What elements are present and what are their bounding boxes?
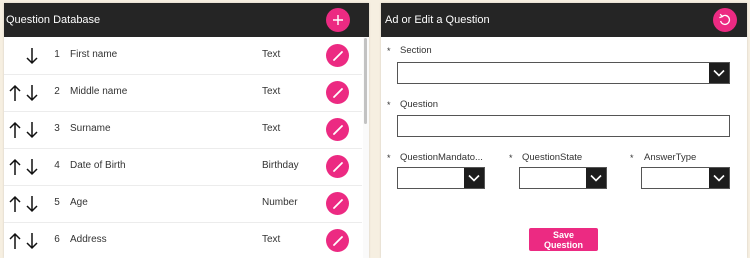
- required-asterisk: *: [387, 46, 391, 56]
- plus-icon: [333, 15, 343, 25]
- question-number: 4: [54, 160, 60, 171]
- arrow-down-icon[interactable]: [26, 121, 38, 139]
- question-type: Text: [262, 234, 281, 245]
- scrollbar[interactable]: [363, 37, 369, 258]
- question-number: 3: [54, 123, 60, 134]
- question-name: Date of Birth: [70, 160, 126, 171]
- state-label: QuestionState: [522, 152, 583, 163]
- arrow-up-icon[interactable]: [9, 158, 21, 176]
- question-row: 6 Address Text: [4, 222, 362, 258]
- question-type: Birthday: [262, 160, 299, 171]
- edit-question-button[interactable]: [326, 192, 349, 215]
- undo-icon: [719, 13, 731, 25]
- edit-question-button[interactable]: [326, 118, 349, 141]
- edit-question-title: Ad or Edit a Question: [385, 14, 490, 26]
- state-select[interactable]: [519, 167, 607, 189]
- chevron-down-icon: [586, 168, 606, 188]
- question-number: 2: [54, 86, 60, 97]
- question-name: Age: [70, 197, 88, 208]
- question-database-header: Question Database: [4, 3, 369, 37]
- pencil-icon: [332, 50, 344, 62]
- question-input[interactable]: [397, 115, 730, 137]
- scrollbar-thumb[interactable]: [364, 38, 367, 124]
- section-select[interactable]: [397, 62, 730, 84]
- arrow-up-icon[interactable]: [9, 84, 21, 102]
- question-name: First name: [70, 49, 118, 60]
- question-type: Text: [262, 86, 281, 97]
- required-asterisk: *: [630, 153, 634, 163]
- mandatory-select[interactable]: [397, 167, 485, 189]
- pencil-icon: [332, 198, 344, 210]
- question-database-title: Question Database: [6, 14, 101, 26]
- question-number: 5: [54, 197, 60, 208]
- question-row: 3 Surname Text: [4, 111, 362, 149]
- arrow-up-icon[interactable]: [9, 232, 21, 250]
- section-label: Section: [400, 45, 432, 56]
- arrow-down-icon[interactable]: [26, 158, 38, 176]
- chevron-down-icon: [709, 63, 729, 83]
- arrow-down-icon[interactable]: [26, 84, 38, 102]
- question-type: Text: [262, 49, 281, 60]
- answertype-select[interactable]: [641, 167, 730, 189]
- pencil-icon: [332, 124, 344, 136]
- answertype-label: AnswerType: [644, 152, 697, 163]
- required-asterisk: *: [509, 153, 513, 163]
- edit-question-button[interactable]: [326, 44, 349, 67]
- arrow-up-icon[interactable]: [9, 195, 21, 213]
- pencil-icon: [332, 161, 344, 173]
- arrow-down-icon[interactable]: [26, 47, 38, 65]
- question-number: 1: [54, 49, 60, 60]
- pencil-icon: [332, 87, 344, 99]
- question-database-panel: Question Database 1 First name Text 2 Middle…: [4, 3, 369, 258]
- question-type: Text: [262, 123, 281, 134]
- question-row: 1 First name Text: [4, 37, 362, 75]
- edit-question-button[interactable]: [326, 155, 349, 178]
- question-name: Surname: [70, 123, 111, 134]
- chevron-down-icon: [709, 168, 729, 188]
- edit-question-button[interactable]: [326, 229, 349, 252]
- edit-question-button[interactable]: [326, 81, 349, 104]
- add-question-button[interactable]: [326, 8, 350, 32]
- question-number: 6: [54, 234, 60, 245]
- question-type: Number: [262, 197, 298, 208]
- save-question-button[interactable]: Save Question: [529, 228, 598, 251]
- question-row: 5 Age Number: [4, 185, 362, 223]
- question-label: Question: [400, 99, 439, 110]
- arrow-up-icon[interactable]: [9, 121, 21, 139]
- question-row: 2 Middle name Text: [4, 74, 362, 112]
- reset-button[interactable]: [713, 8, 737, 32]
- question-row: 4 Date of Birth Birthday: [4, 148, 362, 186]
- pencil-icon: [332, 235, 344, 247]
- chevron-down-icon: [464, 168, 484, 188]
- edit-question-header: Ad or Edit a Question: [381, 3, 747, 37]
- required-asterisk: *: [387, 153, 391, 163]
- question-name: Middle name: [70, 86, 128, 97]
- arrow-down-icon[interactable]: [26, 195, 38, 213]
- required-asterisk: *: [387, 100, 391, 110]
- edit-question-panel: Ad or Edit a Question * Section * Questi…: [381, 3, 747, 258]
- arrow-down-icon[interactable]: [26, 232, 38, 250]
- mandatory-label: QuestionMandato...: [400, 152, 483, 163]
- question-name: Address: [70, 234, 107, 245]
